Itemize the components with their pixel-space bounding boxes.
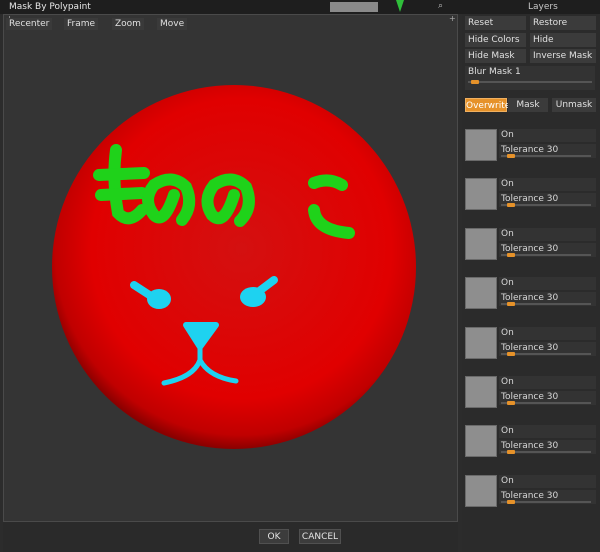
layer-color-swatch[interactable] <box>465 129 497 161</box>
layers-panel: Reset Restore Hide Colors Hide Materials… <box>462 14 600 552</box>
tolerance-knob[interactable] <box>507 302 515 306</box>
tolerance-value: 30 <box>546 491 559 501</box>
layer-color-swatch[interactable] <box>465 425 497 457</box>
green-marker-icon <box>396 0 404 12</box>
layer-on-toggle[interactable]: On <box>499 376 596 389</box>
layer-color-swatch[interactable] <box>465 178 497 210</box>
tolerance-value: 30 <box>546 244 559 254</box>
hide-materials-button[interactable]: Hide Materials <box>530 33 596 59</box>
tolerance-value: 30 <box>546 145 559 155</box>
blur-mask-slider[interactable]: Blur Mask 1 <box>465 66 595 90</box>
layer-on-label: On <box>501 377 514 387</box>
tolerance-slider[interactable]: Tolerance 30 <box>499 490 596 504</box>
layer-row[interactable]: On Tolerance 30 <box>465 475 596 509</box>
inverse-mask-button[interactable]: Inverse Mask <box>530 49 596 63</box>
layer-row[interactable]: On Tolerance 30 <box>465 376 596 410</box>
hide-colors-button[interactable]: Hide Colors <box>465 33 526 47</box>
tolerance-slider[interactable]: Tolerance 30 <box>499 243 596 257</box>
layer-row[interactable]: On Tolerance 30 <box>465 327 596 361</box>
layer-on-label: On <box>501 426 514 436</box>
tolerance-knob[interactable] <box>507 203 515 207</box>
tolerance-knob[interactable] <box>507 450 515 454</box>
tolerance-slider[interactable]: Tolerance 30 <box>499 342 596 356</box>
tolerance-knob[interactable] <box>507 401 515 405</box>
layer-on-label: On <box>501 130 514 140</box>
layer-on-label: On <box>501 229 514 239</box>
tolerance-value: 30 <box>546 293 559 303</box>
brush-tool-icon[interactable]: ⌕ <box>438 1 456 13</box>
layer-on-toggle[interactable]: On <box>499 425 596 438</box>
layer-color-swatch[interactable] <box>465 277 497 309</box>
tolerance-knob[interactable] <box>507 253 515 257</box>
restore-button[interactable]: Restore <box>530 16 596 30</box>
layer-on-label: On <box>501 278 514 288</box>
blur-mask-value: 1 <box>515 67 521 77</box>
layer-on-toggle[interactable]: On <box>499 228 596 241</box>
layer-on-label: On <box>501 476 514 486</box>
tab-layers[interactable]: Layers <box>528 2 558 12</box>
tolerance-value: 30 <box>546 392 559 402</box>
layer-on-toggle[interactable]: On <box>499 475 596 488</box>
unmask-mode-button[interactable]: Unmask <box>552 98 596 112</box>
mask-mode-button[interactable]: Mask <box>508 98 548 112</box>
cancel-button[interactable]: CANCEL <box>299 529 341 544</box>
tolerance-slider[interactable]: Tolerance 30 <box>499 292 596 306</box>
layer-on-toggle[interactable]: On <box>499 129 596 142</box>
blur-mask-label: Blur Mask 1 <box>468 67 521 77</box>
sphere-model[interactable] <box>4 15 457 521</box>
layer-color-swatch[interactable] <box>465 228 497 260</box>
sphere-body <box>52 85 416 449</box>
tolerance-slider[interactable]: Tolerance 30 <box>499 193 596 207</box>
tolerance-slider[interactable]: Tolerance 30 <box>499 440 596 454</box>
viewport[interactable]: + + Recenter Frame Zoom Move <box>3 14 458 522</box>
layer-on-label: On <box>501 179 514 189</box>
ok-button[interactable]: OK <box>259 529 289 544</box>
layer-on-toggle[interactable]: On <box>499 277 596 290</box>
tolerance-knob[interactable] <box>507 154 515 158</box>
title-bar: Mask By Polypaint ⌕ Layers <box>0 0 600 14</box>
layer-row[interactable]: On Tolerance 30 <box>465 277 596 311</box>
overwrite-button[interactable]: Overwrite <box>465 98 510 112</box>
tolerance-value: 30 <box>546 343 559 353</box>
layer-color-swatch[interactable] <box>465 327 497 359</box>
layer-on-toggle[interactable]: On <box>499 327 596 340</box>
window-title: Mask By Polypaint <box>9 2 91 12</box>
tolerance-slider[interactable]: Tolerance 30 <box>499 144 596 158</box>
tolerance-knob[interactable] <box>507 352 515 356</box>
dialog-footer: OK CANCEL <box>3 522 458 552</box>
tolerance-value: 30 <box>546 441 559 451</box>
reset-button[interactable]: Reset <box>465 16 526 30</box>
layer-on-label: On <box>501 328 514 338</box>
tolerance-knob[interactable] <box>507 500 515 504</box>
tolerance-slider[interactable]: Tolerance 30 <box>499 391 596 405</box>
blur-track[interactable] <box>468 81 592 83</box>
top-slider[interactable] <box>330 2 378 12</box>
layer-on-toggle[interactable]: On <box>499 178 596 191</box>
hide-mask-button[interactable]: Hide Mask <box>465 49 526 63</box>
tolerance-value: 30 <box>546 194 559 204</box>
layer-row[interactable]: On Tolerance 30 <box>465 228 596 262</box>
blur-knob[interactable] <box>471 80 479 84</box>
layer-row[interactable]: On Tolerance 30 <box>465 425 596 459</box>
layer-row[interactable]: On Tolerance 30 <box>465 129 596 163</box>
layer-row[interactable]: On Tolerance 30 <box>465 178 596 212</box>
layer-color-swatch[interactable] <box>465 376 497 408</box>
layer-color-swatch[interactable] <box>465 475 497 507</box>
blur-mask-name: Blur Mask <box>468 67 513 77</box>
